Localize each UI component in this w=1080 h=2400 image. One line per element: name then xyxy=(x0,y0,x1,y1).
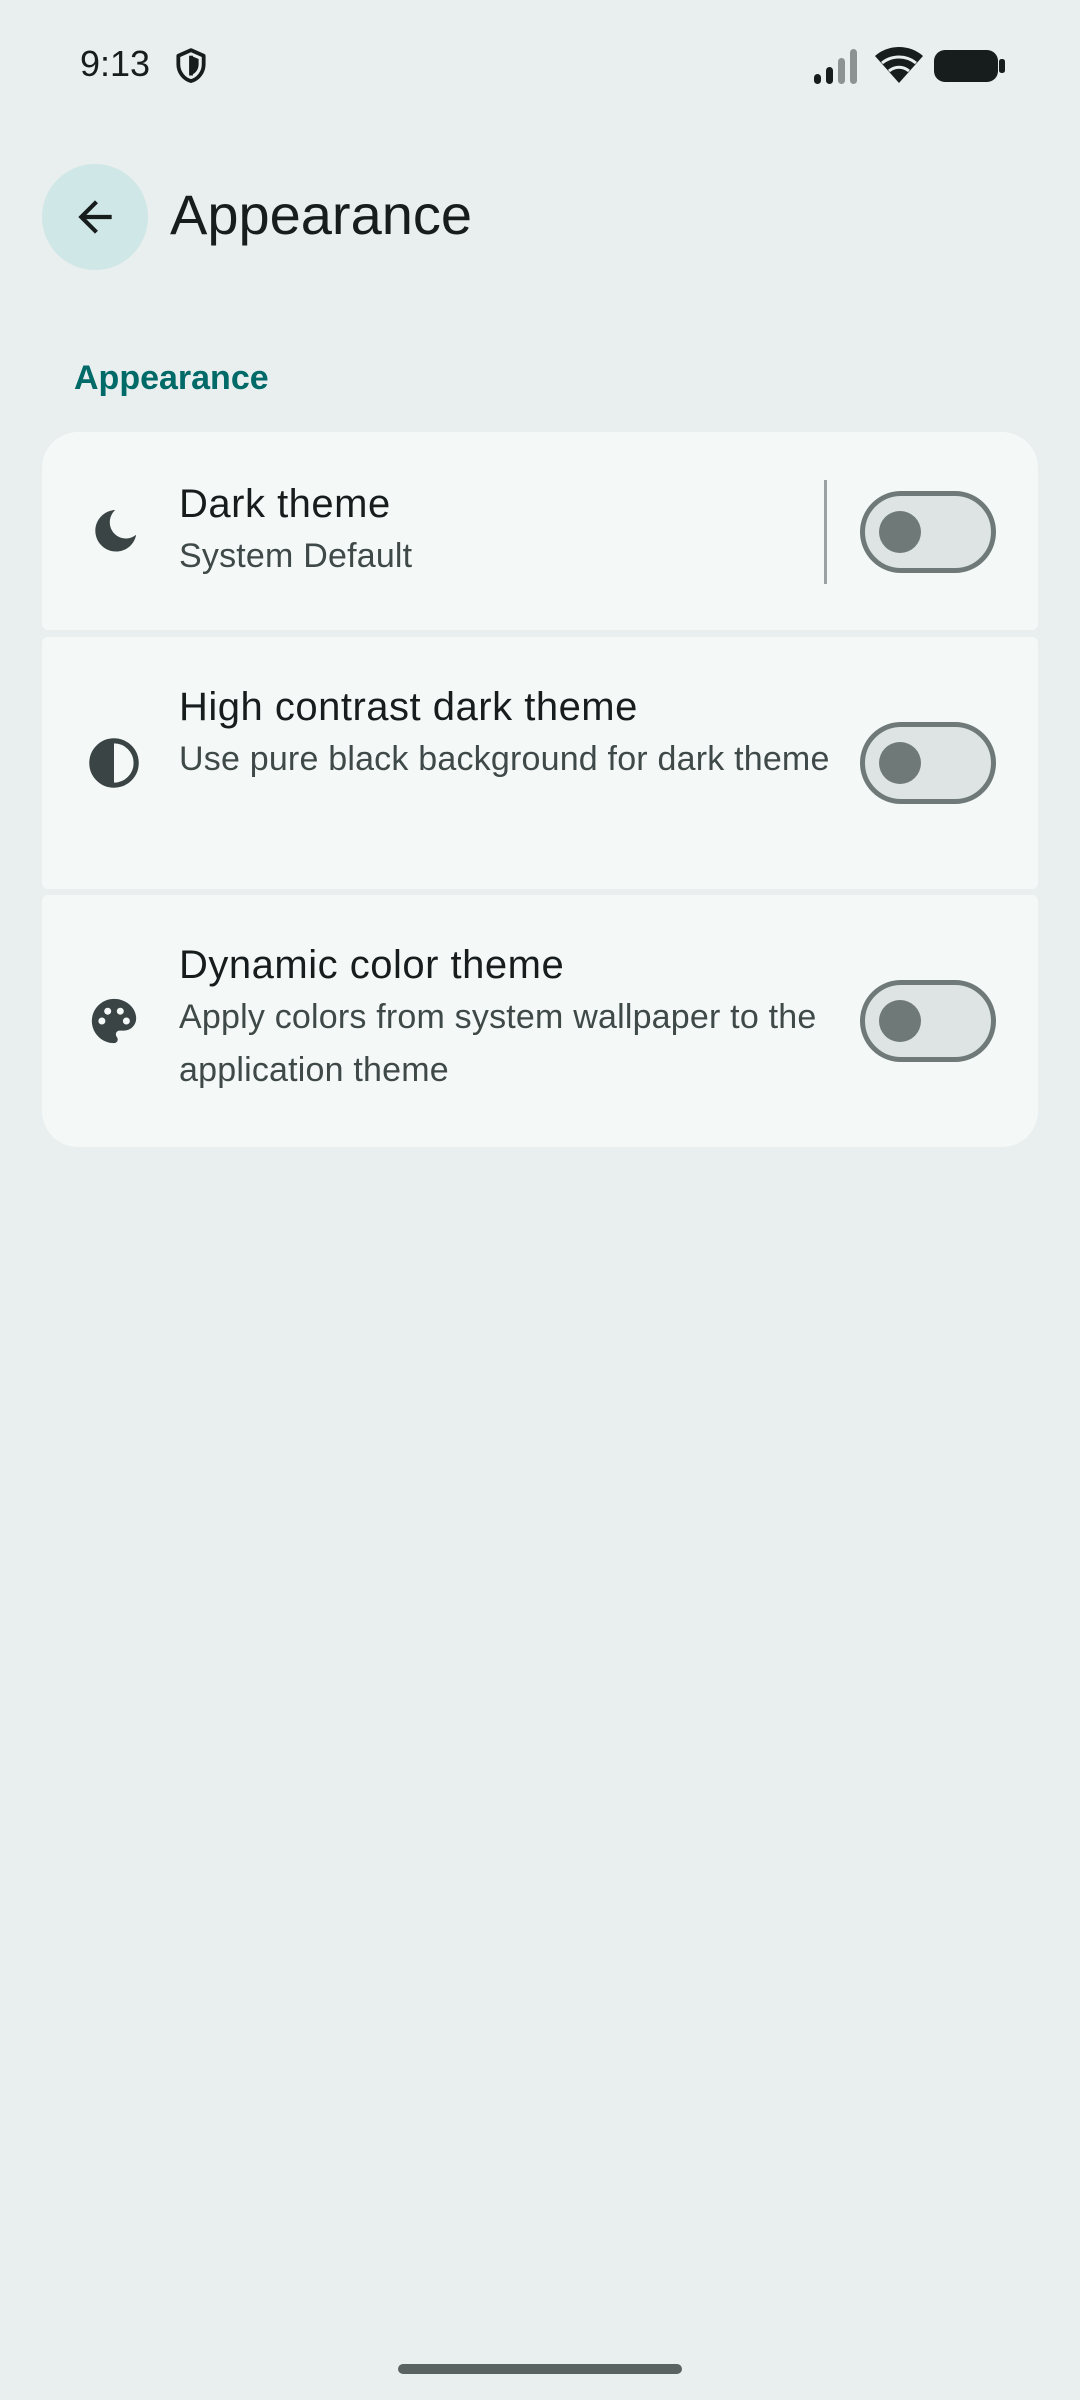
dark-theme-switch[interactable] xyxy=(860,491,996,573)
wifi-icon xyxy=(875,47,923,83)
setting-subtitle: Use pure black background for dark theme xyxy=(179,740,830,778)
home-indicator[interactable] xyxy=(398,2364,682,2374)
high-contrast-switch[interactable] xyxy=(860,722,996,804)
setting-high-contrast[interactable]: High contrast dark theme Use pure black … xyxy=(42,637,1038,889)
switch-thumb xyxy=(879,511,921,553)
dynamic-color-switch[interactable] xyxy=(860,980,996,1062)
switch-thumb xyxy=(879,742,921,784)
top-app-bar: Appearance xyxy=(0,160,1080,272)
divider xyxy=(824,480,827,584)
page-title: Appearance xyxy=(170,183,473,246)
setting-subtitle: System Default xyxy=(179,537,413,575)
back-button[interactable] xyxy=(42,164,148,270)
setting-subtitle: Apply colors from system wallpaper to th… xyxy=(179,998,817,1089)
signal-icon xyxy=(814,49,857,84)
status-bar: 9:13 xyxy=(0,0,1080,130)
setting-title: Dark theme xyxy=(179,482,391,526)
battery-icon xyxy=(934,50,1005,82)
arrow-back-icon xyxy=(78,200,112,234)
setting-dynamic-color[interactable]: Dynamic color theme Apply colors from sy… xyxy=(42,895,1038,1147)
setting-title: High contrast dark theme xyxy=(179,685,638,729)
shield-icon xyxy=(176,48,206,83)
moon-icon xyxy=(95,510,137,552)
section-header: Appearance xyxy=(74,359,269,397)
palette-icon xyxy=(91,998,137,1044)
switch-thumb xyxy=(879,1000,921,1042)
status-time: 9:13 xyxy=(80,43,151,84)
setting-title: Dynamic color theme xyxy=(179,943,565,987)
setting-dark-theme[interactable]: Dark theme System Default xyxy=(42,432,1038,630)
contrast-icon xyxy=(89,738,139,788)
